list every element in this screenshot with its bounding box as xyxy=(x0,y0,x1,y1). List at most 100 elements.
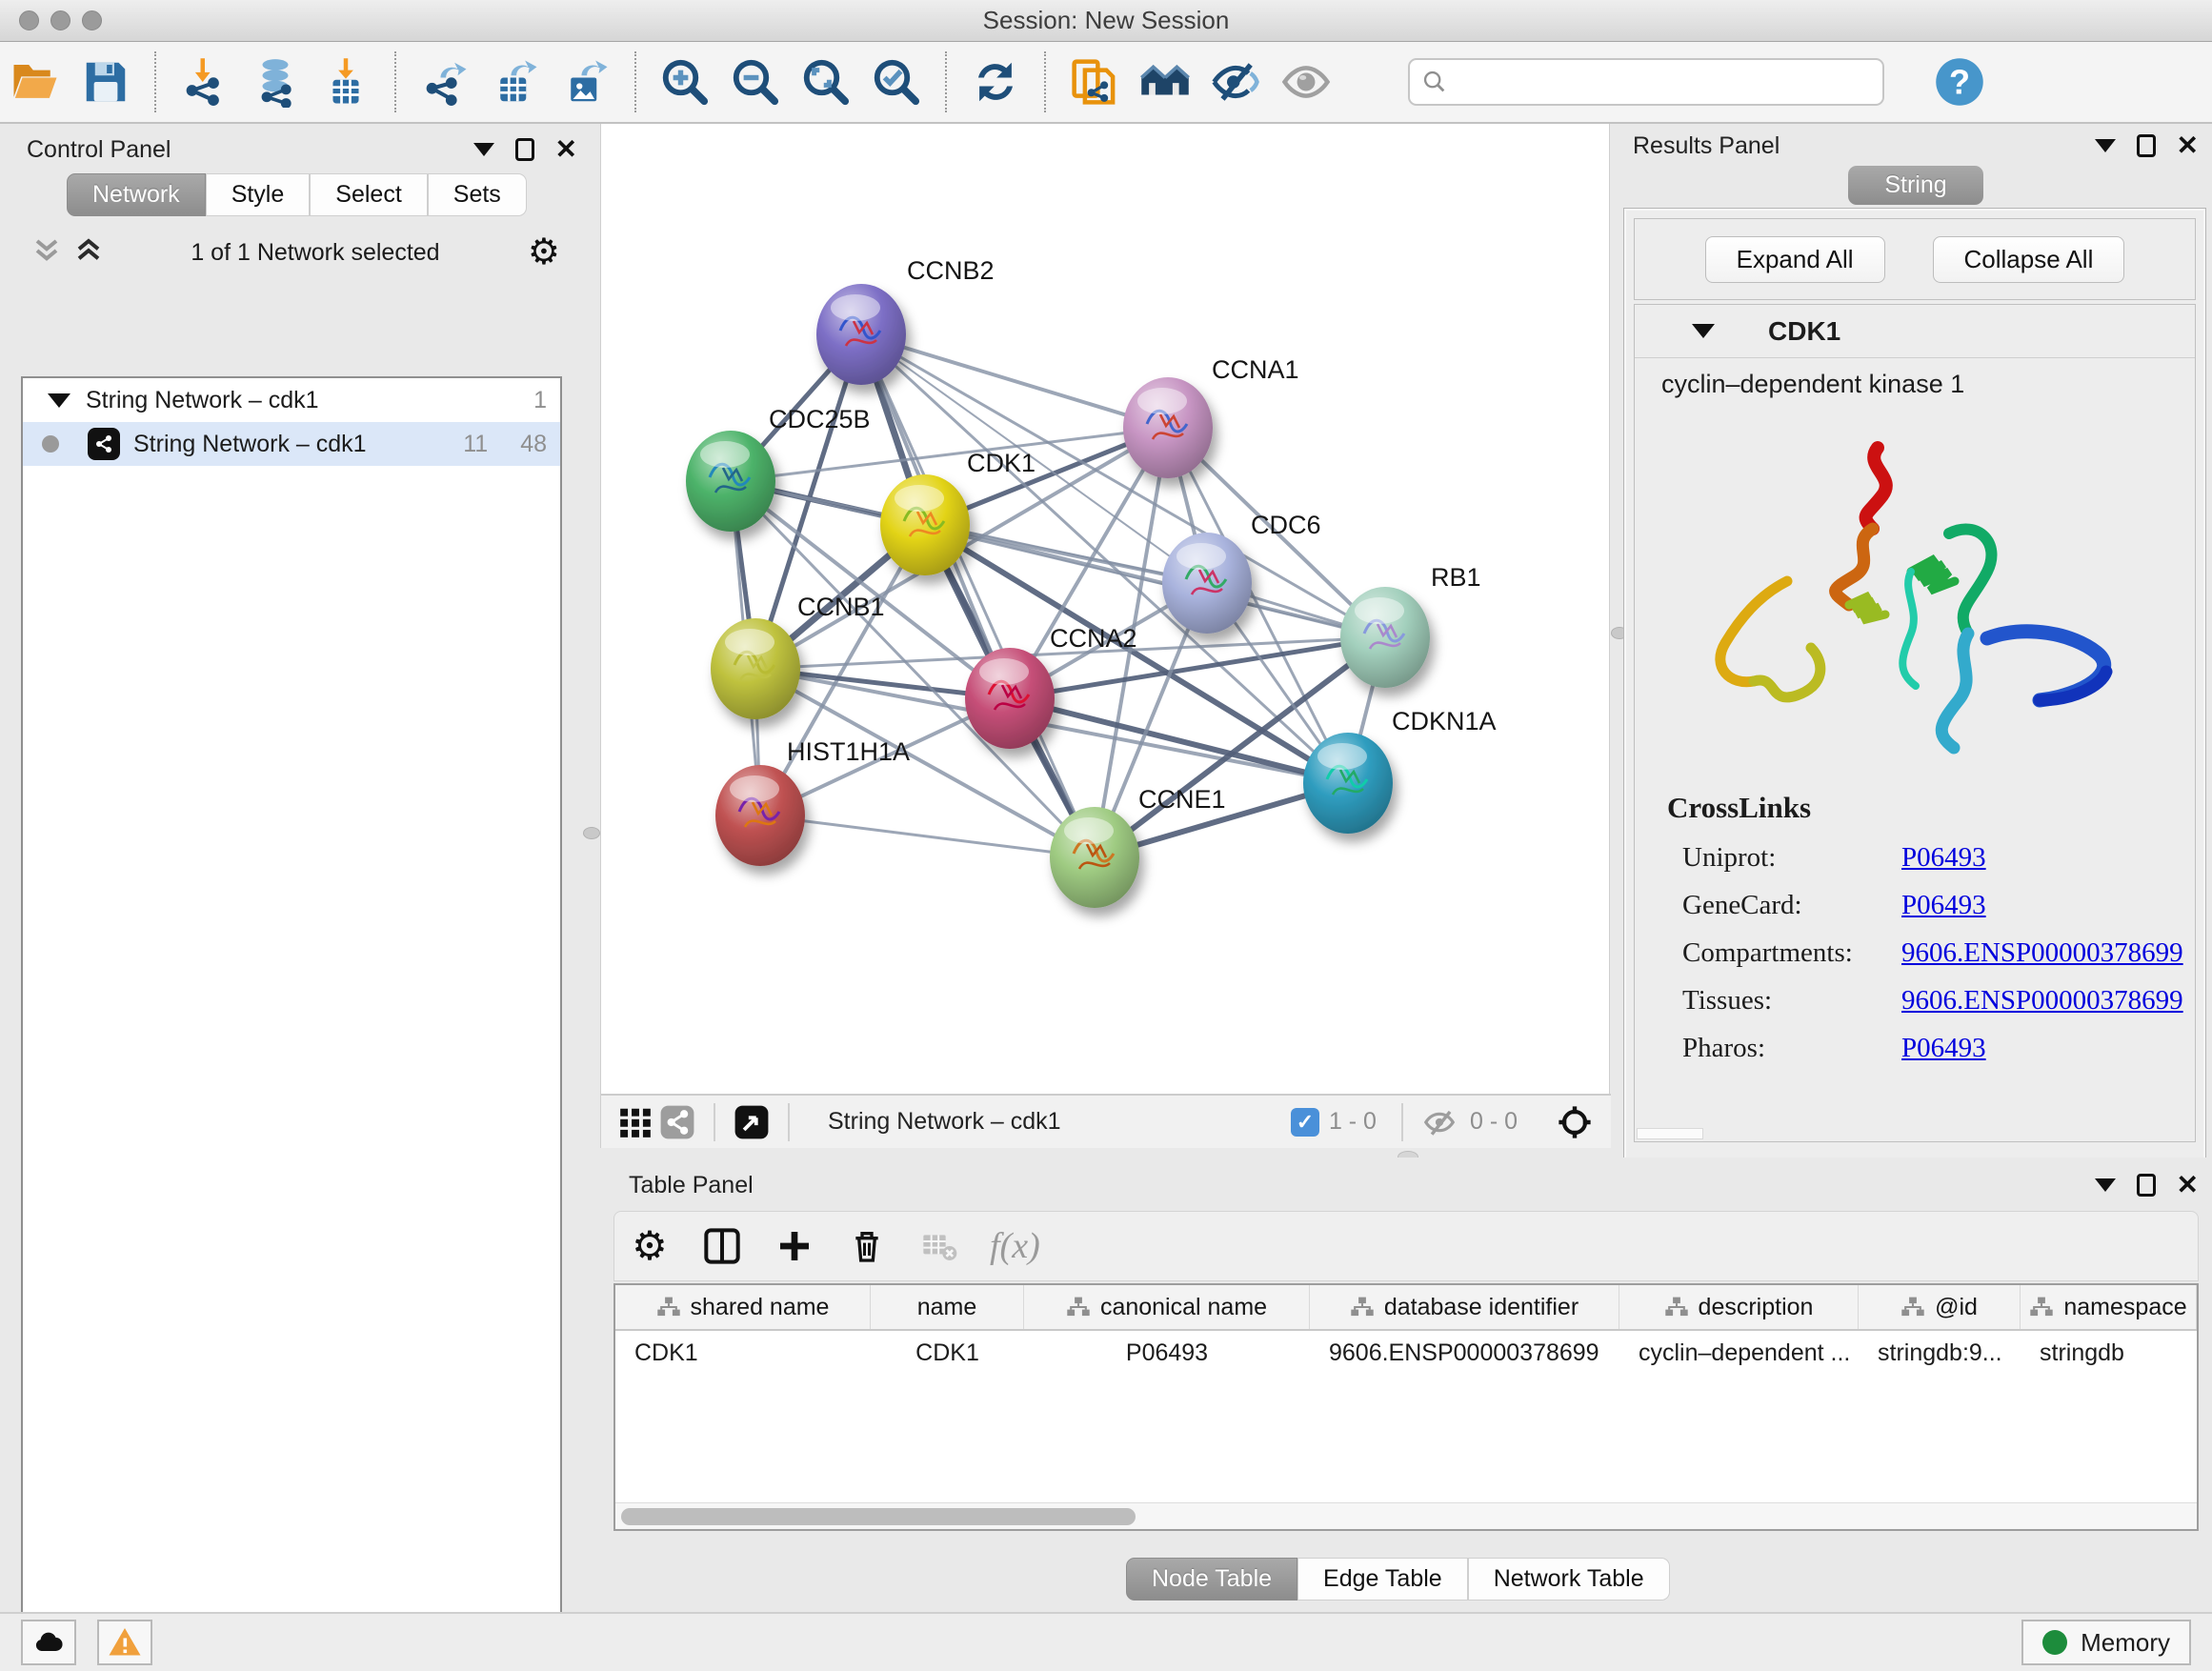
table-row[interactable]: CDK1 CDK1 P06493 9606.ENSP00000378699 cy… xyxy=(615,1331,2197,1375)
show-all-button[interactable] xyxy=(1277,52,1336,111)
column-header-name[interactable]: name xyxy=(871,1285,1024,1329)
collapse-all-networks-icon[interactable] xyxy=(74,236,103,270)
clone-network-button[interactable] xyxy=(1065,52,1124,111)
left-splitter-handle[interactable] xyxy=(583,827,600,839)
node-RB1[interactable]: RB1 xyxy=(1340,563,1481,688)
cell-id[interactable]: stringdb:9... xyxy=(1859,1331,2021,1375)
node-CCNB1[interactable]: CCNB1 xyxy=(711,593,885,719)
collapse-all-button[interactable]: Collapse All xyxy=(1933,236,2125,283)
control-panel-close-icon[interactable]: ✕ xyxy=(555,136,577,163)
table-options-gear-icon[interactable]: ⚙ xyxy=(628,1224,672,1268)
genecard-link[interactable]: P06493 xyxy=(1901,890,1986,921)
zoom-fit-button[interactable] xyxy=(796,52,855,111)
network-options-gear-icon[interactable]: ⚙ xyxy=(528,234,560,271)
cell-canonical-name[interactable]: P06493 xyxy=(1024,1331,1310,1375)
tab-select[interactable]: Select xyxy=(310,173,427,216)
export-network-button[interactable] xyxy=(415,52,474,111)
node-CCNA2[interactable]: CCNA2 xyxy=(965,624,1137,749)
results-scrollbar[interactable] xyxy=(1637,1128,1703,1139)
import-table-button[interactable] xyxy=(316,52,375,111)
export-table-button[interactable] xyxy=(486,52,545,111)
uniprot-link[interactable]: P06493 xyxy=(1901,842,1986,874)
tissues-link[interactable]: 9606.ENSP00000378699 xyxy=(1901,985,2183,1017)
column-header-namespace[interactable]: namespace xyxy=(2021,1285,2197,1329)
zoom-in-button[interactable] xyxy=(655,52,714,111)
edge-CCNB2-CCNA1[interactable] xyxy=(861,334,1168,428)
gene-collapse-icon[interactable] xyxy=(1692,324,1715,338)
tab-sets[interactable]: Sets xyxy=(428,173,527,216)
tab-node-table[interactable]: Node Table xyxy=(1126,1558,1297,1601)
column-header-canonical-name[interactable]: canonical name xyxy=(1024,1285,1310,1329)
expand-all-button[interactable]: Expand All xyxy=(1705,236,1885,283)
cloud-status-button[interactable] xyxy=(21,1620,76,1665)
tab-edge-table[interactable]: Edge Table xyxy=(1297,1558,1468,1601)
hidden-eye-icon[interactable] xyxy=(1418,1101,1460,1143)
save-session-button[interactable] xyxy=(76,52,135,111)
string-home-button[interactable] xyxy=(1136,52,1195,111)
table-horizontal-scrollbar[interactable] xyxy=(615,1502,2197,1529)
birdseye-view-icon[interactable] xyxy=(731,1101,773,1143)
cell-namespace[interactable]: stringdb xyxy=(2021,1331,2197,1375)
column-header-id[interactable]: @id xyxy=(1859,1285,2021,1329)
node-CCNA1[interactable]: CCNA1 xyxy=(1123,355,1299,478)
crosshair-icon[interactable] xyxy=(1554,1101,1596,1143)
scrollbar-thumb[interactable] xyxy=(621,1508,1136,1525)
column-header-shared-name[interactable]: shared name xyxy=(615,1285,871,1329)
tab-network-table[interactable]: Network Table xyxy=(1468,1558,1670,1601)
import-network-database-button[interactable] xyxy=(246,52,305,111)
network-collection-row[interactable]: String Network – cdk1 1 xyxy=(23,378,560,422)
pharos-link[interactable]: P06493 xyxy=(1901,1033,1986,1064)
grid-view-icon[interactable] xyxy=(614,1101,656,1143)
refresh-button[interactable] xyxy=(966,52,1025,111)
node-HIST1H1A[interactable]: HIST1H1A xyxy=(715,737,910,866)
table-panel-menu-icon[interactable] xyxy=(2095,1178,2116,1192)
network-canvas[interactable]: CCNB2CCNA1CDC25BCDK1CDC6RB1CCNB1CCNA2CDK… xyxy=(601,124,1611,1094)
results-panel-close-icon[interactable]: ✕ xyxy=(2177,132,2199,159)
control-panel-float-icon[interactable] xyxy=(515,138,534,161)
selected-checkbox-icon[interactable]: ✓ xyxy=(1291,1108,1319,1137)
collection-expand-icon[interactable] xyxy=(48,393,70,408)
network-share-icon[interactable] xyxy=(656,1101,698,1143)
open-session-button[interactable] xyxy=(6,52,65,111)
table-panel-float-icon[interactable] xyxy=(2137,1174,2156,1197)
cell-shared-name[interactable]: CDK1 xyxy=(615,1331,871,1375)
results-panel-menu-icon[interactable] xyxy=(2095,139,2116,152)
control-panel-menu-icon[interactable] xyxy=(473,143,494,156)
tab-string[interactable]: String xyxy=(1848,166,1982,205)
search-input[interactable] xyxy=(1448,69,1858,95)
memory-button[interactable]: Memory xyxy=(2021,1620,2191,1665)
tab-network[interactable]: Network xyxy=(67,173,206,216)
edge-CCNE1-HIST1H1A[interactable] xyxy=(760,815,1095,857)
help-button[interactable]: ? xyxy=(1930,52,1989,111)
cell-description[interactable]: cyclin–dependent ... xyxy=(1619,1331,1859,1375)
create-column-icon[interactable] xyxy=(773,1224,816,1268)
expand-all-networks-icon[interactable] xyxy=(32,236,61,270)
import-network-file-button[interactable] xyxy=(175,52,234,111)
export-image-button[interactable] xyxy=(556,52,615,111)
compartments-link[interactable]: 9606.ENSP00000378699 xyxy=(1901,937,2183,969)
column-header-description[interactable]: description xyxy=(1619,1285,1859,1329)
cloud-icon xyxy=(31,1625,66,1660)
minimize-window-button[interactable] xyxy=(50,10,70,30)
node-label: CCNB2 xyxy=(907,256,995,285)
delete-column-icon[interactable] xyxy=(845,1224,889,1268)
hide-selected-button[interactable] xyxy=(1206,52,1265,111)
tab-style[interactable]: Style xyxy=(206,173,311,216)
node-CDKN1A[interactable]: CDKN1A xyxy=(1303,707,1497,834)
results-panel-float-icon[interactable] xyxy=(2137,134,2156,157)
column-header-database-identifier[interactable]: database identifier xyxy=(1310,1285,1619,1329)
zoom-out-button[interactable] xyxy=(726,52,785,111)
maximize-window-button[interactable] xyxy=(82,10,102,30)
node-CCNE1[interactable]: CCNE1 xyxy=(1050,785,1226,908)
gene-header[interactable]: CDK1 xyxy=(1635,305,2195,358)
close-window-button[interactable] xyxy=(19,10,39,30)
cell-name[interactable]: CDK1 xyxy=(871,1331,1024,1375)
network-row[interactable]: String Network – cdk1 11 48 xyxy=(23,422,560,466)
cell-database-identifier[interactable]: 9606.ENSP00000378699 xyxy=(1310,1331,1619,1375)
table-panel-close-icon[interactable]: ✕ xyxy=(2177,1172,2199,1198)
warnings-button[interactable] xyxy=(97,1620,152,1665)
node-label: CDC6 xyxy=(1251,511,1321,539)
edge-CCNB2-CCNE1[interactable] xyxy=(861,334,1095,857)
zoom-selected-button[interactable] xyxy=(867,52,926,111)
show-columns-icon[interactable] xyxy=(700,1224,744,1268)
